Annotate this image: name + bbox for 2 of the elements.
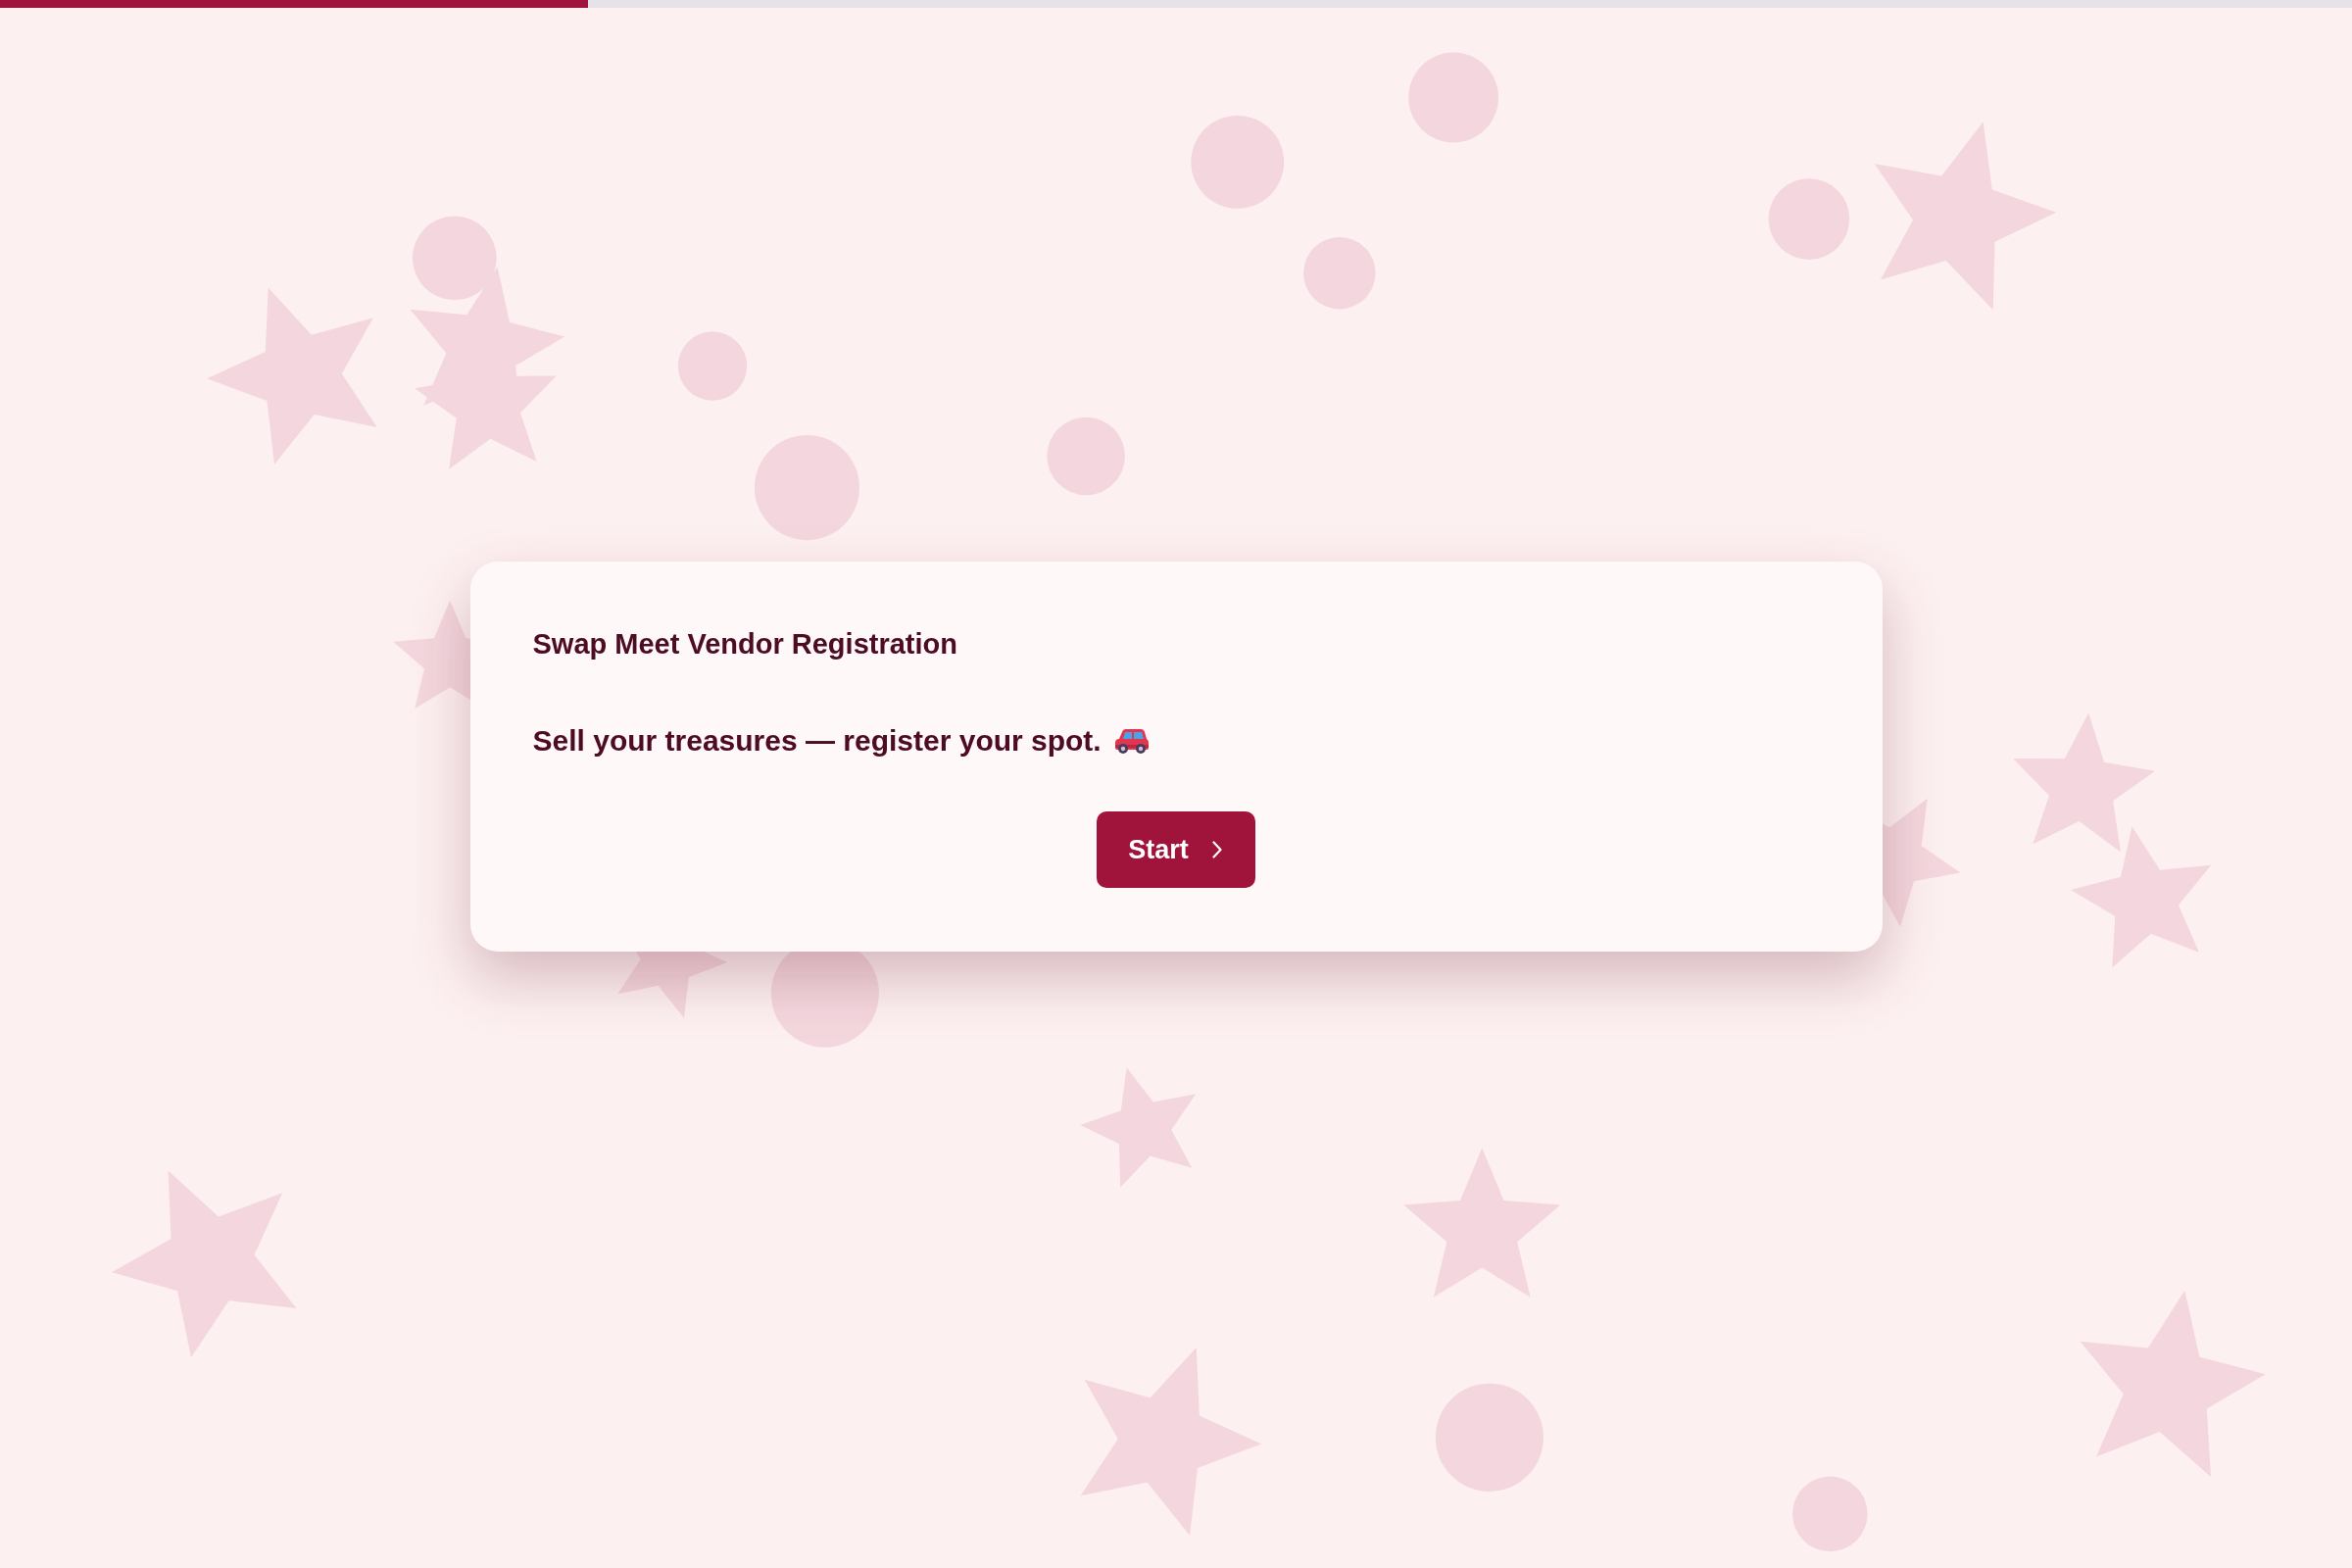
card-subtitle: Sell your treasures — register your spot. [532,723,1102,759]
card-title: Swap Meet Vendor Registration [532,627,958,662]
